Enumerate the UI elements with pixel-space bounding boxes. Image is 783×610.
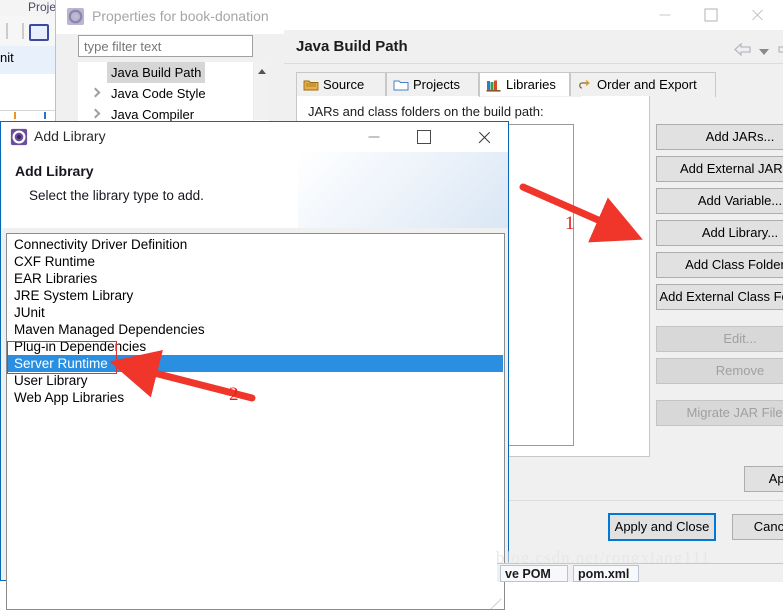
tab-label: Libraries <box>506 77 556 92</box>
add-jars-button[interactable]: Add JARs... <box>656 124 783 150</box>
tab-projects[interactable]: Projects <box>386 72 479 97</box>
properties-tree[interactable]: Java Build Path Java Code Style Java Com… <box>78 62 253 124</box>
tab-source[interactable]: Source <box>296 72 386 97</box>
tab-libraries[interactable]: Libraries <box>479 72 570 97</box>
tree-scrollbar[interactable] <box>253 62 269 124</box>
annotation-number-2: 2 <box>229 384 239 405</box>
add-library-close-button[interactable] <box>461 122 506 151</box>
add-library-title-text: Add Library <box>34 128 106 144</box>
eclipse-wizard-icon <box>10 128 28 146</box>
server-runtime-highlight-box <box>7 341 117 374</box>
tab-pom-xml[interactable]: pom.xml <box>573 565 639 582</box>
pane-divider <box>284 63 783 64</box>
source-folder-icon <box>303 80 319 91</box>
migrate-jar-file-button: Migrate JAR File... <box>656 400 783 426</box>
apply-button[interactable]: Apply <box>744 466 783 492</box>
monitor-icon[interactable] <box>29 24 49 41</box>
add-variable-button[interactable]: Add Variable... <box>656 188 783 214</box>
minimize-icon <box>659 14 671 16</box>
tree-scrollbar-thumb[interactable] <box>254 62 269 120</box>
list-item-web-app-libraries[interactable]: Web App Libraries <box>12 389 503 406</box>
header-gradient <box>298 152 508 228</box>
sidebar-item-label: Java Code Style <box>111 86 206 101</box>
eclipse-row-label: nit <box>0 50 14 65</box>
add-library-minimize-button[interactable] <box>351 122 396 151</box>
filter-input[interactable]: type filter text <box>78 35 253 57</box>
toolbar-handle[interactable] <box>6 23 8 39</box>
add-external-jars-button[interactable]: Add External JARs... <box>656 156 783 182</box>
list-item-cxf-runtime[interactable]: CXF Runtime <box>12 253 503 270</box>
list-item-junit[interactable]: JUnit <box>12 304 503 321</box>
annotation-number-1: 1 <box>565 213 575 234</box>
close-icon <box>751 9 764 22</box>
properties-close-button[interactable] <box>734 0 780 30</box>
add-library-subtitle: Select the library type to add. <box>29 188 204 203</box>
tab-label: Projects <box>413 77 460 92</box>
list-item-ear-libraries[interactable]: EAR Libraries <box>12 270 503 287</box>
properties-title-text: Properties for book-donation <box>92 8 269 24</box>
projects-folder-icon <box>393 80 409 91</box>
list-item-jre-system-library[interactable]: JRE System Library <box>12 287 503 304</box>
list-item-connectivity-driver-definition[interactable]: Connectivity Driver Definition <box>12 236 503 253</box>
maximize-icon <box>416 129 431 144</box>
add-external-class-folder-button[interactable]: Add External Class Folder... <box>656 284 783 310</box>
library-type-list[interactable]: Connectivity Driver Definition CXF Runti… <box>6 233 505 610</box>
list-item-user-library[interactable]: User Library <box>12 372 503 389</box>
eclipse-view-tab-label[interactable]: Proje <box>28 0 56 14</box>
minimize-icon <box>368 136 379 137</box>
toolbar-handle[interactable] <box>22 23 24 39</box>
libraries-books-icon <box>486 80 501 92</box>
remove-button: Remove <box>656 358 783 384</box>
tab-label: Order and Export <box>597 77 697 92</box>
add-library-dialog: Add Library Add Library Select the libra… <box>0 121 509 610</box>
page-title: Java Build Path <box>296 38 408 55</box>
add-class-folder-button[interactable]: Add Class Folder... <box>656 252 783 278</box>
eclipse-properties-icon <box>66 7 85 26</box>
edit-button: Edit... <box>656 326 783 352</box>
caret-up-icon[interactable] <box>258 69 266 74</box>
apply-and-close-button[interactable]: Apply and Close <box>608 513 716 541</box>
maximize-icon <box>704 8 718 22</box>
editor-bottom-tabs: ve POM pom.xml <box>497 563 783 582</box>
sidebar-item-label: Java Build Path <box>107 62 206 83</box>
active-tab-underline <box>480 96 581 97</box>
chevron-right-icon[interactable] <box>90 108 101 119</box>
tab-order-and-export[interactable]: Order and Export <box>570 72 716 97</box>
properties-minimize-button[interactable] <box>642 0 688 30</box>
back-arrow-icon[interactable] <box>734 43 751 56</box>
properties-maximize-button[interactable] <box>688 0 734 30</box>
add-library-maximize-button[interactable] <box>401 122 446 151</box>
chevron-right-icon[interactable] <box>90 87 101 98</box>
tab-label: Source <box>323 77 365 92</box>
close-icon <box>477 130 491 144</box>
cancel-button[interactable]: Cancel <box>732 514 783 540</box>
jars-list-label: JARs and class folders on the build path… <box>308 104 544 119</box>
forward-arrow-icon[interactable] <box>778 43 783 56</box>
back-history-chevron-down-icon[interactable] <box>759 49 769 55</box>
order-export-icon <box>579 80 591 89</box>
add-library-heading: Add Library <box>15 163 94 179</box>
build-path-tabs: Source Projects Libraries Order and Expo… <box>296 72 783 97</box>
resize-grip-icon[interactable] <box>489 595 502 609</box>
tab-effective-pom[interactable]: ve POM <box>500 565 568 582</box>
list-item-maven-managed-dependencies[interactable]: Maven Managed Dependencies <box>12 321 503 338</box>
add-library-button[interactable]: Add Library... <box>656 220 783 246</box>
